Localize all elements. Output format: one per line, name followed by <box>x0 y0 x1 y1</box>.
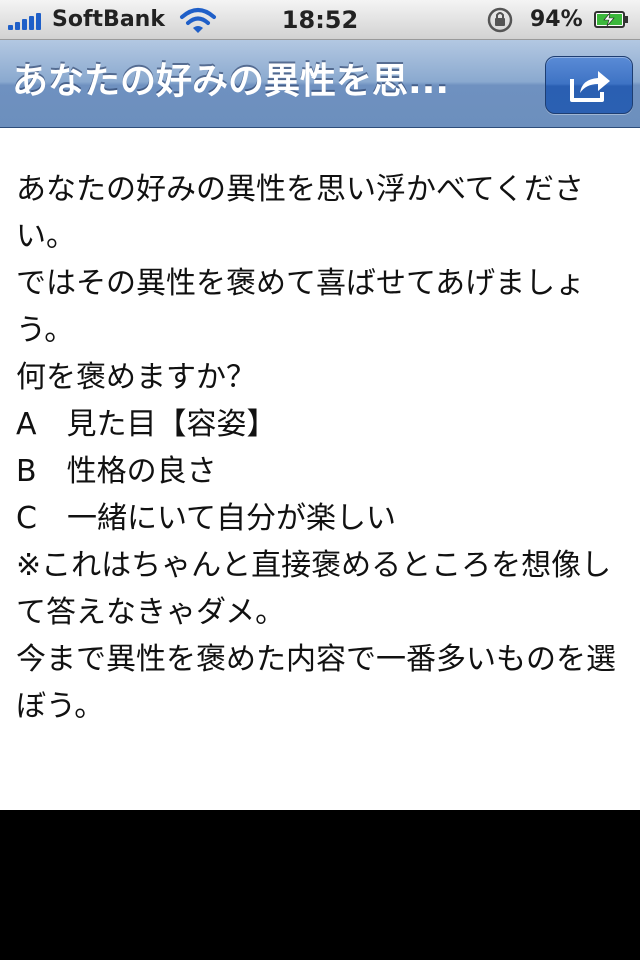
rotation-lock-icon <box>487 7 513 33</box>
screen: SoftBank 18:52 94% あなたの好みの異性を思... あなたの好み… <box>0 0 640 960</box>
battery-charging-icon <box>594 11 628 28</box>
share-icon <box>570 71 610 102</box>
page-title: あなたの好みの異性を思... <box>12 61 450 102</box>
battery-percent: 94% <box>530 7 583 32</box>
share-button[interactable] <box>545 56 633 114</box>
content-area: あなたの好みの異性を思い浮かべてください。 ではその異性を褒めて喜ばせてあげまし… <box>0 128 640 810</box>
question-text: あなたの好みの異性を思い浮かべてください。 ではその異性を褒めて喜ばせてあげまし… <box>16 172 616 724</box>
bottom-black-area <box>0 810 640 960</box>
status-bar: SoftBank 18:52 94% <box>0 0 640 40</box>
navigation-bar: あなたの好みの異性を思... <box>0 40 640 128</box>
